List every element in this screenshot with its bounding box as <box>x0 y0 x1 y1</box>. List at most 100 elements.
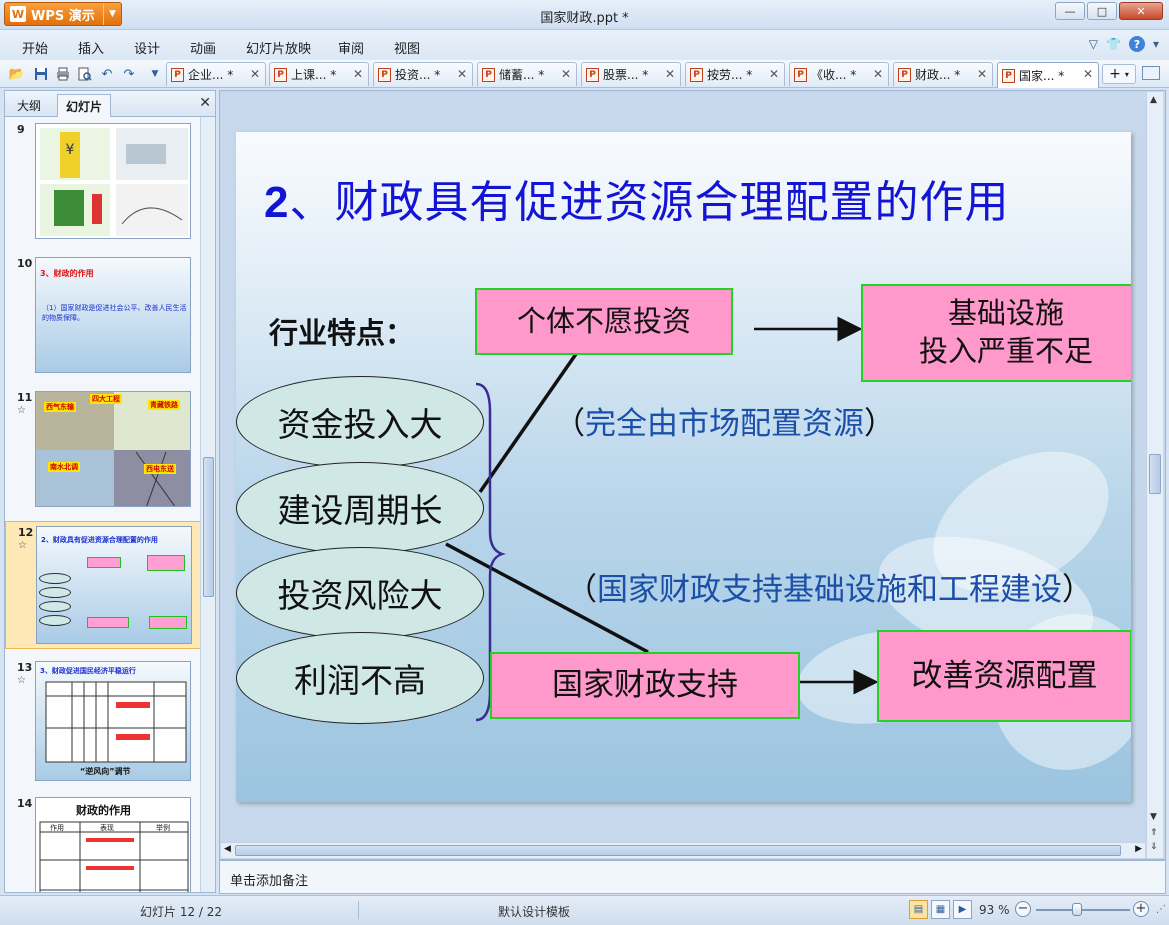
slide-thumbnail[interactable]: 9 ¥ <box>5 119 201 243</box>
slide-thumbnail[interactable]: 13 ☆ 3、财政促进国民经济平稳运行 “逆风向”调节 <box>5 657 201 785</box>
tab-close-icon[interactable]: ✕ <box>561 67 571 81</box>
scroll-thumb[interactable] <box>235 845 1121 856</box>
menu-home[interactable]: 开始 <box>22 38 48 57</box>
doc-tab[interactable]: P 《收... * ✕ <box>789 62 889 86</box>
help-dropdown-icon[interactable]: ▾ <box>1153 37 1159 51</box>
menu-view[interactable]: 视图 <box>394 38 420 57</box>
open-folder-icon[interactable]: 📂 <box>8 65 26 83</box>
save-icon[interactable] <box>32 65 50 83</box>
close-button[interactable]: ✕ <box>1119 2 1163 20</box>
menu-animation[interactable]: 动画 <box>190 38 216 57</box>
slide-thumbnail-selected[interactable]: 12 ☆ 2、财政具有促进资源合理配置的作用 <box>5 521 201 649</box>
thumbnail-image: 西气东输 四大工程 青藏铁路 南水北调 西电东送 <box>35 391 191 507</box>
normal-view-icon[interactable]: ▤ <box>909 900 928 919</box>
scroll-left-icon[interactable]: ◀ <box>224 844 231 854</box>
prev-slide-icon[interactable]: ⇑ <box>1150 828 1158 838</box>
thumbnail-header: 作用 <box>50 824 64 832</box>
minimize-button[interactable]: — <box>1055 2 1085 20</box>
next-slide-icon[interactable]: ⇓ <box>1150 842 1158 852</box>
scroll-down-icon[interactable]: ▼ <box>1150 812 1157 822</box>
thumbnail-header: 举例 <box>156 824 170 832</box>
maximize-button[interactable]: □ <box>1087 2 1117 20</box>
tab-close-icon[interactable]: ✕ <box>977 67 987 81</box>
vertical-scrollbar[interactable]: ▲ ▼ ⇑ ⇓ <box>1146 92 1163 858</box>
thumbnail-tag: 四大工程 <box>90 394 122 404</box>
customize-icon[interactable]: ▼ <box>146 65 164 83</box>
slide-sorter-icon[interactable]: ▦ <box>931 900 950 919</box>
scroll-thumb[interactable] <box>1149 454 1161 494</box>
help-icon[interactable]: ? <box>1128 36 1145 52</box>
scroll-right-icon[interactable]: ▶ <box>1135 844 1142 854</box>
print-preview-icon[interactable] <box>76 65 94 83</box>
ppt-file-icon: P <box>171 67 184 82</box>
tab-close-icon[interactable]: ✕ <box>353 67 363 81</box>
animation-star-icon: ☆ <box>17 405 26 416</box>
scroll-thumb[interactable] <box>203 457 214 597</box>
undo-icon[interactable]: ↶ <box>98 65 116 83</box>
slide-canvas[interactable]: 2、财政具有促进资源合理配置的作用 行业特点： 个体不愿投资 基础设施 投入严重… <box>236 132 1131 802</box>
doc-tab[interactable]: P 储蓄... * ✕ <box>477 62 577 86</box>
menu-review[interactable]: 审阅 <box>338 38 364 57</box>
doc-tab[interactable]: P 企业... * ✕ <box>166 62 266 86</box>
box-text: 投入严重不足 <box>918 334 1093 368</box>
slide-number: 9 <box>17 123 25 136</box>
tab-close-icon[interactable]: ✕ <box>873 67 883 81</box>
zoom-level[interactable]: 93 % <box>979 903 1010 917</box>
slide-thumbnail[interactable]: 11 ☆ 西气东输 四大工程 青藏铁路 南水北调 西电东送 <box>5 387 201 511</box>
menu-insert[interactable]: 插入 <box>78 38 104 57</box>
zoom-in-icon[interactable]: + <box>1133 901 1149 917</box>
horizontal-scrollbar[interactable]: ◀ ▶ <box>221 842 1145 858</box>
menu-slideshow[interactable]: 幻灯片放映 <box>246 38 311 57</box>
tab-outline[interactable]: 大纲 <box>9 94 49 117</box>
thumbnail-tag: 西电东送 <box>144 464 176 474</box>
doc-tab[interactable]: P 财政... * ✕ <box>893 62 993 86</box>
tab-close-icon[interactable]: ✕ <box>457 67 467 81</box>
notes-placeholder[interactable]: 单击添加备注 <box>230 870 308 889</box>
doc-tab-active[interactable]: P 国家... * ✕ <box>997 62 1099 88</box>
ppt-file-icon: P <box>898 67 911 82</box>
panel-close-icon[interactable]: ✕ <box>199 95 211 111</box>
animation-star-icon: ☆ <box>17 675 26 686</box>
slide-number: 11 <box>17 391 33 404</box>
doc-tab[interactable]: P 按劳... * ✕ <box>685 62 785 86</box>
doc-tab[interactable]: P 投资... * ✕ <box>373 62 473 86</box>
box-text: 基础设施 <box>947 296 1064 331</box>
new-tab-button[interactable]: + ▾ <box>1102 64 1136 84</box>
thumbnail-image: 3、财政促进国民经济平稳运行 “逆风向”调节 <box>35 661 191 781</box>
tab-close-icon[interactable]: ✕ <box>769 67 779 81</box>
svg-text:¥: ¥ <box>66 142 75 158</box>
collapse-ribbon-icon[interactable]: ▽ <box>1089 37 1098 51</box>
zoom-slider[interactable] <box>1036 909 1130 911</box>
panel-scrollbar[interactable] <box>200 117 215 892</box>
tab-slides[interactable]: 幻灯片 <box>57 94 112 117</box>
tab-close-icon[interactable]: ✕ <box>1083 67 1093 81</box>
doc-tab[interactable]: P 上课... * ✕ <box>269 62 369 86</box>
print-icon[interactable] <box>54 65 72 83</box>
skin-icon[interactable]: 👕 <box>1106 37 1121 51</box>
redo-icon[interactable]: ↷ <box>120 65 138 83</box>
scroll-up-icon[interactable]: ▲ <box>1150 95 1157 105</box>
ppt-file-icon: P <box>482 67 495 82</box>
box-text: 国家财政支持 <box>552 667 738 704</box>
thumbnail-tag: 西气东输 <box>44 402 76 412</box>
doc-tab-label: 股票... * <box>603 68 649 82</box>
doc-tab[interactable]: P 股票... * ✕ <box>581 62 681 86</box>
box-improve-allocation: 改善资源配置 <box>877 630 1131 722</box>
tab-close-icon[interactable]: ✕ <box>665 67 675 81</box>
slide-thumbnail[interactable]: 14 财政的作用 作用 表现 举例 <box>5 793 201 892</box>
zoom-slider-knob[interactable] <box>1072 903 1083 916</box>
doc-tab-label: 《收... * <box>811 68 857 82</box>
slide-thumbnail[interactable]: 10 3、财政的作用 （1）国家财政是促进社会公平、改善人民生活的物质保障。 <box>5 253 201 377</box>
notes-pane[interactable]: 单击添加备注 <box>219 860 1166 894</box>
slideshow-icon[interactable]: ▶ <box>953 900 972 919</box>
doc-tab-label: 按劳... * <box>707 68 753 82</box>
box-state-financial-support: 国家财政支持 <box>490 652 800 719</box>
status-bar: 幻灯片 12 / 22 默认设计模板 ▤ ▦ ▶ 93 % − + ⋰ <box>0 895 1169 925</box>
thumbnail-tag: 青藏铁路 <box>148 400 180 410</box>
tab-close-icon[interactable]: ✕ <box>250 67 260 81</box>
ppt-file-icon: P <box>586 67 599 82</box>
menu-design[interactable]: 设计 <box>134 38 160 57</box>
thumbnail-image: 财政的作用 作用 表现 举例 <box>35 797 191 892</box>
tab-list-icon[interactable] <box>1142 66 1160 80</box>
zoom-out-icon[interactable]: − <box>1015 901 1031 917</box>
